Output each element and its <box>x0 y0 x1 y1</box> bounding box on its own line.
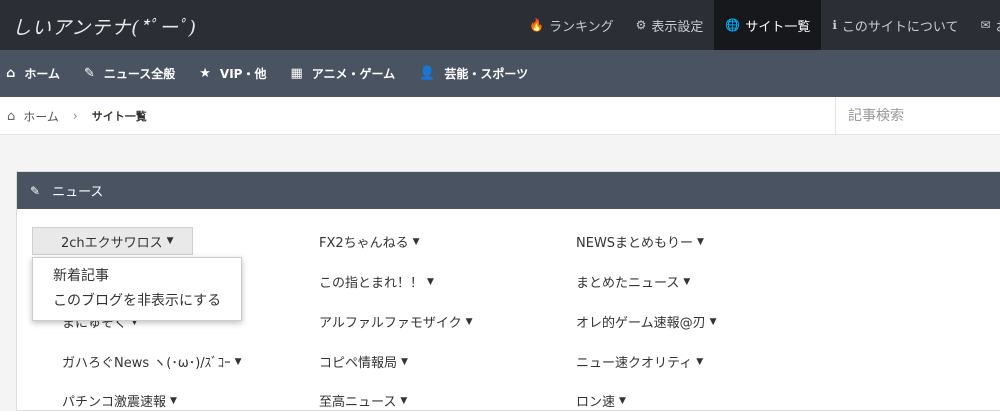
caret-down-icon: ▼ <box>234 356 242 367</box>
menu-item-new-articles[interactable]: 新着記事 <box>33 264 241 289</box>
site-name: オレ的ゲーム速報@刃 <box>576 316 706 331</box>
site-logo[interactable]: しいアンテナ(*ﾟーﾟ) <box>12 13 197 40</box>
caret-down-icon: ▼ <box>619 395 626 406</box>
topnav-item-2[interactable]: 🌐 サイト一覧 <box>714 0 822 50</box>
home-icon: ⌂ <box>6 66 16 81</box>
caret-down-icon: ▼ <box>400 395 408 406</box>
breadcrumb-separator: › <box>72 109 78 123</box>
top-bar: しいアンテナ(*ﾟーﾟ) 🔥 ランキング ⚙ 表示設定 🌐 サイト一覧 ℹ このサイトについて… <box>0 0 1000 50</box>
caret-down-icon: ▼ <box>696 356 704 367</box>
category-label: アニメ・ゲーム <box>311 67 396 81</box>
fire-icon: 🔥 <box>529 18 544 32</box>
site-link[interactable]: ニュー速クオリティ ▼ <box>576 352 703 371</box>
site-link[interactable]: パチンコ激震速報 ▼ <box>62 391 177 410</box>
user-icon: 👤 <box>419 66 436 81</box>
film-icon: ▦ <box>290 66 303 81</box>
topnav-item-1[interactable]: ⚙ 表示設定 <box>625 0 715 50</box>
caret-down-icon: ▼ <box>401 356 408 367</box>
site-link[interactable]: オレ的ゲーム速報@刃 ▼ <box>576 312 717 331</box>
site-name: NEWSまとめもりー <box>576 236 694 251</box>
caret-down-icon: ▼ <box>697 236 704 247</box>
caret-down-icon: ▼ <box>427 276 434 287</box>
breadcrumb: ⌂ ホーム › サイト一覧 <box>7 97 147 135</box>
topnav-label: このサイトについて <box>841 19 959 35</box>
category-label: VIP・他 <box>219 67 267 81</box>
category-item-1[interactable]: ✎ ニュース全般 <box>84 65 175 82</box>
site-link[interactable]: コピペ情報局 ▼ <box>319 352 408 371</box>
globe-icon: 🌐 <box>725 18 741 32</box>
home-icon: ⌂ <box>7 108 16 124</box>
site-name: パチンコ激震速報 <box>62 395 167 410</box>
site-link[interactable]: FX2ちゃんねる ▼ <box>319 232 420 251</box>
site-link[interactable]: 2chエクサワロス ▼ <box>32 227 193 255</box>
panel-title: ニュース <box>52 185 104 200</box>
topnav-item-4[interactable]: ✉ お問 <box>970 0 1000 50</box>
site-name: この指とまれ！！ <box>319 276 424 291</box>
category-item-0[interactable]: ⌂ ホーム <box>6 65 60 82</box>
topnav-label: ランキング <box>548 19 614 35</box>
site-link[interactable]: まとめたニュース ▼ <box>576 272 690 291</box>
site-name: ロン速 <box>576 395 616 410</box>
top-nav: 🔥 ランキング ⚙ 表示設定 🌐 サイト一覧 ℹ このサイトについて ✉ お問 <box>518 0 1000 50</box>
menu-item-hide-blog[interactable]: このブログを非表示にする <box>33 289 241 314</box>
caret-down-icon: ▼ <box>709 316 717 327</box>
info-icon: ℹ <box>832 18 837 32</box>
caret-down-icon: ▼ <box>465 316 473 327</box>
topnav-item-3[interactable]: ℹ このサイトについて <box>821 0 969 50</box>
site-link[interactable]: この指とまれ！！ ▼ <box>319 272 434 291</box>
search-input[interactable] <box>848 108 998 124</box>
site-name: アルファルファモザイク <box>319 316 462 331</box>
site-name: まとめたニュース <box>576 276 680 291</box>
site-name: FX2ちゃんねる <box>319 236 409 251</box>
pencil-icon: ✎ <box>30 183 41 198</box>
site-name: コピペ情報局 <box>319 356 398 371</box>
site-name: 至高ニュース <box>319 395 397 410</box>
topnav-label: お問 <box>996 16 1000 35</box>
caret-down-icon: ▼ <box>412 236 420 247</box>
site-link[interactable]: NEWSまとめもりー ▼ <box>576 232 704 251</box>
site-link[interactable]: ガハろぐNews ヽ(･ω･)/ｽﾞｺｰ ▼ <box>62 352 242 371</box>
category-label: ホーム <box>24 67 60 81</box>
category-item-3[interactable]: ▦ アニメ・ゲーム <box>290 65 395 82</box>
category-nav: ⌂ ホーム ✎ ニュース全般 ★ VIP・他 ▦ アニメ・ゲーム 👤 芸能・スポーツ <box>0 50 1000 97</box>
breadcrumb-current: サイト一覧 <box>91 110 147 123</box>
category-label: ニュース全般 <box>103 67 176 81</box>
topnav-label: 表示設定 <box>651 19 704 35</box>
category-item-4[interactable]: 👤 芸能・スポーツ <box>419 65 528 82</box>
gear-icon: ⚙ <box>635 18 647 32</box>
pencil-icon: ✎ <box>83 66 95 81</box>
site-link[interactable]: 至高ニュース ▼ <box>319 391 407 410</box>
topnav-item-0[interactable]: 🔥 ランキング <box>518 0 625 50</box>
breadcrumb-home[interactable]: ホーム <box>23 108 59 125</box>
star-icon: ★ <box>199 66 211 81</box>
site-name: 2chエクサワロス <box>61 235 163 251</box>
site-link[interactable]: ロン速 ▼ <box>576 391 626 410</box>
site-name: ガハろぐNews ヽ(･ω･)/ｽﾞｺｰ <box>62 356 231 371</box>
category-label: 芸能・スポーツ <box>444 67 529 81</box>
topnav-label: サイト一覧 <box>745 19 811 35</box>
caret-down-icon: ▼ <box>166 236 174 246</box>
site-dropdown-menu: 新着記事 このブログを非表示にする <box>32 257 242 321</box>
site-link[interactable]: アルファルファモザイク ▼ <box>319 312 473 331</box>
category-item-2[interactable]: ★ VIP・他 <box>199 65 266 82</box>
envelope-icon: ✉ <box>980 18 991 32</box>
site-name: ニュー速クオリティ <box>576 356 693 371</box>
caret-down-icon: ▼ <box>683 276 691 287</box>
caret-down-icon: ▼ <box>170 395 177 406</box>
panel-header: ✎ ニュース <box>17 172 1000 209</box>
search-box <box>835 97 1000 135</box>
